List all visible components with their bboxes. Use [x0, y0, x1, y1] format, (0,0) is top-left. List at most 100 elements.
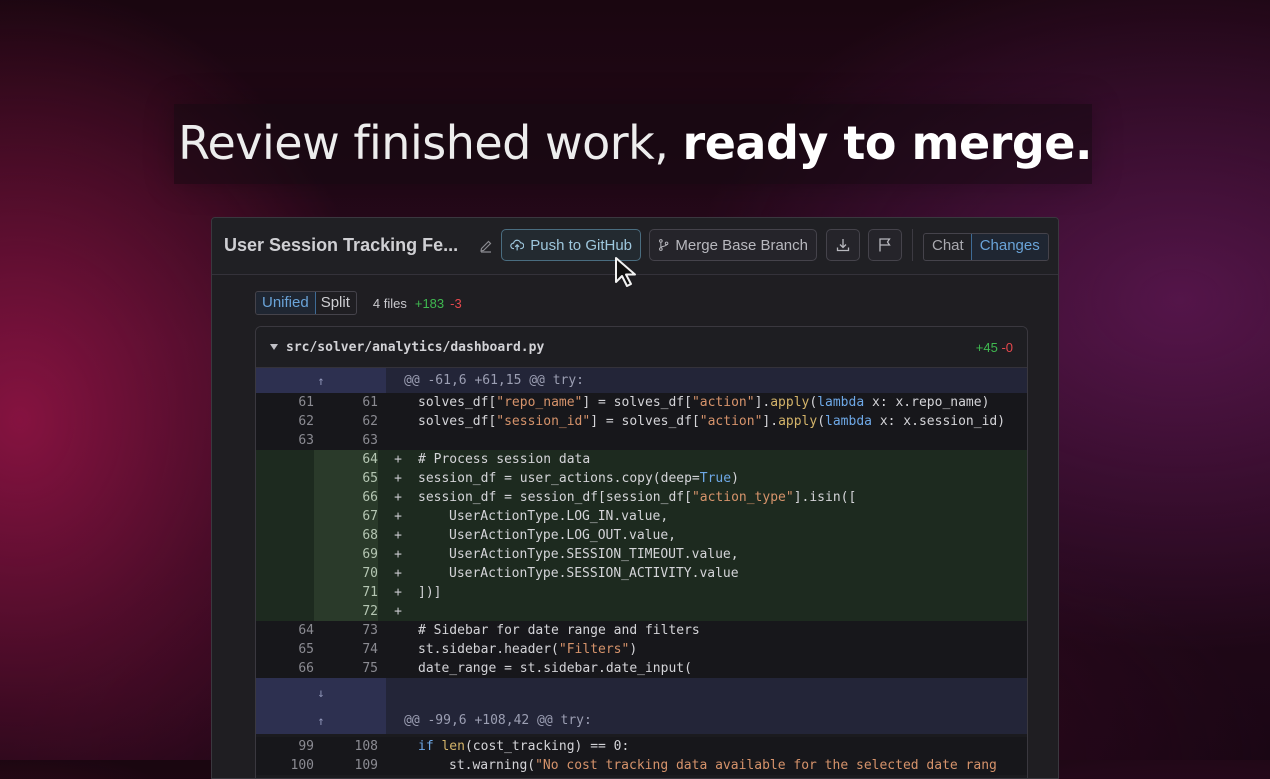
diff-line: 66 75 date_range = st.sidebar.date_input…	[256, 659, 1027, 678]
code-token: solves_df[	[418, 414, 497, 429]
new-line-number: 69	[314, 545, 378, 564]
line-code: UserActionType.LOG_OUT.value,	[449, 528, 676, 543]
add-marker: +	[394, 490, 402, 505]
code-token: lambda	[825, 414, 872, 429]
code-token: apply	[770, 395, 810, 410]
diff-line: 100 109 st.warning("No cost tracking dat…	[256, 756, 1027, 775]
added-line: 72 +	[256, 602, 1027, 621]
added-line: 66 + session_df = session_df[session_df[…	[256, 488, 1027, 507]
diff-line: 65 74 st.sidebar.header("Filters")	[256, 640, 1027, 659]
code-token: ].	[754, 395, 771, 410]
added-line: 64 + # Process session data	[256, 450, 1027, 469]
hunk-header-text: @@ -61,6 +61,15 @@ try:	[404, 373, 585, 388]
tab-changes[interactable]: Changes	[970, 234, 1048, 260]
total-deletions: -3	[450, 295, 462, 311]
new-line-number: 65	[314, 469, 378, 488]
file-path: src/solver/analytics/dashboard.py	[286, 339, 545, 355]
diff-line: 61 61 solves_df["repo_name"] = solves_df…	[256, 393, 1027, 412]
collapse-caret-icon[interactable]	[270, 344, 278, 350]
new-line-number: 108	[314, 737, 378, 756]
old-line-number: 64	[256, 621, 314, 640]
expand-gap: ↓	[256, 678, 1027, 707]
new-line-number: 66	[314, 488, 378, 507]
new-line-number: 61	[314, 393, 378, 412]
added-line: 69 + UserActionType.SESSION_TIMEOUT.valu…	[256, 545, 1027, 564]
expand-down-icon[interactable]: ↓	[256, 678, 386, 707]
panel-tabs: Chat Changes	[923, 233, 1049, 261]
add-marker: +	[394, 604, 402, 619]
headline-regular: Review finished work,	[178, 116, 683, 170]
view-mode-split[interactable]: Split	[315, 292, 356, 314]
code-token: solves_df[	[418, 395, 497, 410]
push-label: Push to GitHub	[530, 236, 632, 254]
new-line-number: 62	[314, 412, 378, 431]
line-code: session_df = session_df[session_df["acti…	[418, 488, 856, 507]
diff-body: ↑ @@ -61,6 +61,15 @@ try: 61 61 solves_d…	[256, 368, 1027, 775]
file-deletions: -0	[1001, 339, 1013, 355]
add-marker: +	[394, 471, 402, 486]
diff-line: 62 62 solves_df["session_id"] = solves_d…	[256, 412, 1027, 431]
code-token: ] = solves_df[	[582, 395, 692, 410]
add-marker: +	[394, 585, 402, 600]
code-token: (cost_tracking) == 0:	[464, 739, 630, 754]
code-token: "action"	[691, 395, 755, 410]
line-code: ])]	[418, 585, 442, 600]
code-token: "action_type"	[691, 490, 794, 505]
flag-button[interactable]	[868, 229, 902, 261]
new-line-number: 73	[314, 621, 378, 640]
code-token: session_df = session_df[session_df[	[418, 490, 692, 505]
added-line: 65 + session_df = user_actions.copy(deep…	[256, 469, 1027, 488]
new-line-number: 70	[314, 564, 378, 583]
file-diff: src/solver/analytics/dashboard.py +45 -0…	[255, 326, 1028, 778]
expand-up-icon[interactable]: ↑	[256, 707, 386, 734]
line-code: solves_df["session_id"] = solves_df["act…	[418, 412, 1005, 431]
code-token: (	[817, 414, 826, 429]
line-code: UserActionType.LOG_IN.value,	[449, 509, 669, 524]
code-token: session_df = user_actions.copy(deep=	[418, 471, 700, 486]
code-token: "No cost tracking data available for the…	[535, 758, 997, 773]
line-code: date_range = st.sidebar.date_input(	[418, 661, 692, 676]
added-line: 71 + ])]	[256, 583, 1027, 602]
app-window: User Session Tracking Fe... Push to GitH…	[211, 217, 1059, 779]
add-marker: +	[394, 528, 402, 543]
view-mode-unified[interactable]: Unified	[255, 292, 316, 314]
download-button[interactable]	[826, 229, 860, 261]
added-line: 70 + UserActionType.SESSION_ACTIVITY.val…	[256, 564, 1027, 583]
add-marker: +	[394, 547, 402, 562]
file-header[interactable]: src/solver/analytics/dashboard.py +45 -0	[256, 327, 1027, 368]
mouse-pointer-icon	[615, 257, 636, 287]
code-token: ].isin([	[793, 490, 857, 505]
add-marker: +	[394, 566, 402, 581]
add-marker: +	[394, 452, 402, 467]
tab-chat[interactable]: Chat	[924, 234, 972, 260]
code-token: st.sidebar.header(	[418, 642, 559, 657]
new-line-number: 64	[314, 450, 378, 469]
git-branch-icon	[659, 239, 669, 251]
code-token: "action"	[699, 414, 763, 429]
hunk-header: ↑ @@ -99,6 +108,42 @@ try:	[256, 707, 1027, 734]
old-line-number: 66	[256, 659, 314, 678]
code-token: lambda	[817, 395, 865, 410]
new-line-number: 74	[314, 640, 378, 659]
file-additions: +45	[975, 339, 998, 355]
old-line-number: 61	[256, 393, 314, 412]
old-line-number: 62	[256, 412, 314, 431]
new-line-number: 68	[314, 526, 378, 545]
line-code: st.sidebar.header("Filters")	[418, 640, 637, 659]
file-stats: +45 -0	[976, 340, 1013, 355]
new-line-number: 63	[314, 431, 378, 450]
file-count: 4 files	[372, 295, 407, 311]
line-code: if len(cost_tracking) == 0:	[418, 737, 629, 756]
diff-line: 99 108 if len(cost_tracking) == 0:	[256, 737, 1027, 756]
flag-icon	[879, 238, 891, 252]
code-token: st.warning(	[449, 758, 536, 773]
line-code: st.warning("No cost tracking data availa…	[418, 756, 997, 775]
hunk-header-text: @@ -99,6 +108,42 @@ try:	[404, 713, 592, 728]
merge-base-branch-button[interactable]: Merge Base Branch	[649, 229, 817, 261]
pencil-icon[interactable]	[479, 238, 493, 253]
line-code: UserActionType.SESSION_ACTIVITY.value	[449, 566, 739, 581]
expand-up-icon[interactable]: ↑	[256, 368, 386, 393]
new-line-number: 71	[314, 583, 378, 602]
new-line-number: 75	[314, 659, 378, 678]
task-title: User Session Tracking Fe...	[224, 235, 459, 255]
